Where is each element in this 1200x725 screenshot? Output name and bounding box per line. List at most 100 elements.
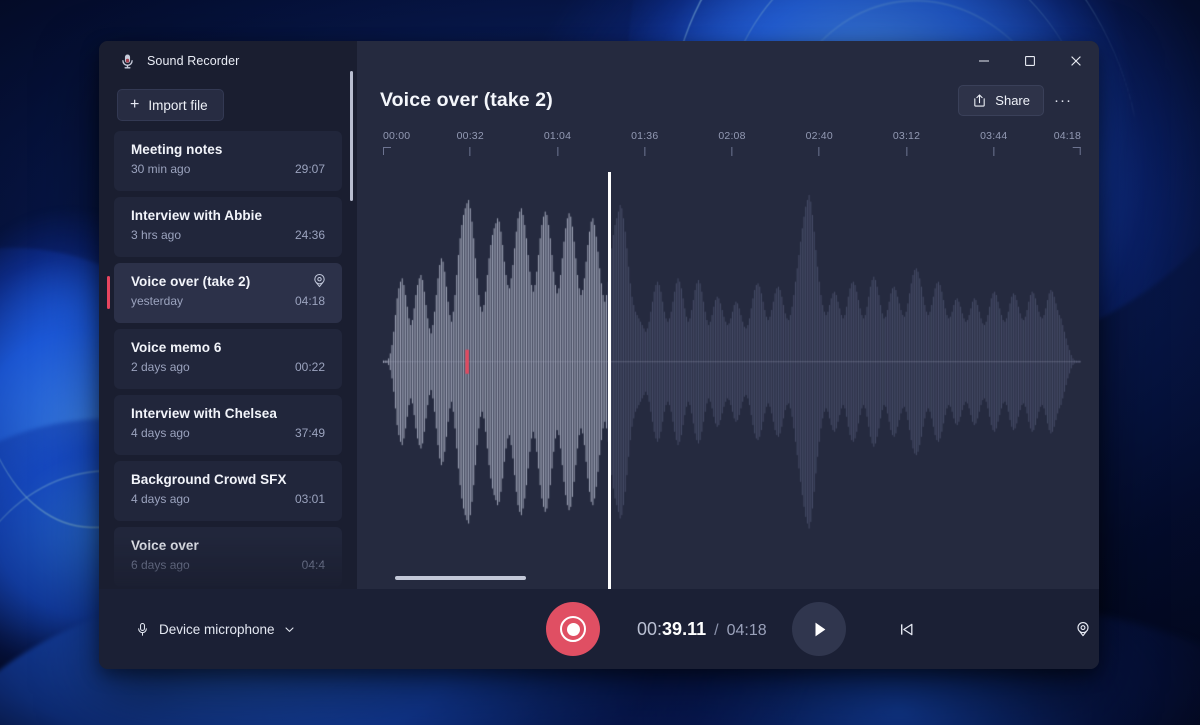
timeline-ruler[interactable]: 00:0000:3201:0401:3602:0802:4003:1203:44… — [357, 130, 1099, 172]
timeline-tick: 01:04 — [544, 130, 571, 156]
timeline-tick: 00:32 — [457, 130, 484, 156]
recording-duration: 37:49 — [295, 426, 325, 440]
recording-date: 4 days ago — [131, 492, 190, 506]
timeline-tick-label: 03:12 — [893, 130, 920, 142]
app-title: Sound Recorder — [147, 54, 239, 68]
recording-meta: 4 days ago 03:01 — [131, 492, 325, 506]
timeline-tick-mark — [470, 147, 471, 156]
import-file-button[interactable]: + Import file — [117, 89, 224, 121]
timeline-tick-label: 00:32 — [457, 130, 484, 142]
recording-meta: yesterday 04:18 — [131, 294, 325, 308]
sidebar-scrollbar[interactable] — [350, 71, 353, 201]
recording-duration: 03:01 — [295, 492, 325, 506]
recording-list-item[interactable]: Meeting notes 30 min ago 29:07 — [114, 131, 342, 191]
minimize-button[interactable] — [961, 41, 1007, 81]
timeline-tick-mark — [819, 147, 820, 156]
share-button[interactable]: Share — [958, 85, 1044, 116]
timeline-tick: 03:12 — [893, 130, 920, 156]
recording-list-item[interactable]: Interview with Abbie 3 hrs ago 24:36 — [114, 197, 342, 257]
mark-button[interactable]: Mark — [1067, 615, 1099, 643]
recording-title: Voice over — [131, 537, 325, 555]
recording-date: 3 hrs ago — [131, 228, 181, 242]
recording-list-item[interactable]: Voice over (take 2) yesterday 04:18 — [114, 263, 342, 323]
timeline-tick: 03:44 — [980, 130, 1007, 156]
recording-date: yesterday — [131, 294, 183, 308]
recording-list-item[interactable]: Background Crowd SFX 4 days ago 03:01 — [114, 461, 342, 521]
import-row: + Import file — [99, 81, 357, 131]
recording-list-item[interactable]: Interview with Chelsea 4 days ago 37:49 — [114, 395, 342, 455]
recording-duration: 00:22 — [295, 360, 325, 374]
skip-back-button[interactable] — [889, 612, 923, 646]
window-titlebar-left: Sound Recorder — [99, 41, 357, 81]
microphone-icon — [135, 622, 150, 637]
recording-meta: 3 hrs ago 24:36 — [131, 228, 325, 242]
timeline-tick: 04:18 — [1054, 130, 1081, 155]
timeline-tick-mark — [557, 147, 558, 156]
time-separator: / — [714, 622, 718, 639]
import-file-label: Import file — [148, 98, 207, 113]
timeline-tick: 01:36 — [631, 130, 658, 156]
timeline-tick-label: 01:36 — [631, 130, 658, 142]
recording-date: 4 days ago — [131, 426, 190, 440]
transport-bar: Device microphone 00:39.11 / 04:18 — [99, 589, 1099, 669]
location-pin-icon — [1075, 621, 1091, 637]
recording-list-item[interactable]: Voice memo 6 2 days ago 00:22 — [114, 329, 342, 389]
timeline-tick: 00:00 — [383, 130, 410, 155]
recording-duration: 04:18 — [295, 294, 325, 308]
recording-meta: 2 days ago 00:22 — [131, 360, 325, 374]
timeline-tick-label: 03:44 — [980, 130, 1007, 142]
waveform-area[interactable] — [357, 172, 1099, 589]
timeline-tick-label: 01:04 — [544, 130, 571, 142]
device-selector-label: Device microphone — [159, 622, 275, 637]
main-header: Voice over (take 2) Share ··· — [357, 81, 1099, 116]
recording-title: Background Crowd SFX — [131, 471, 325, 489]
page-title: Voice over (take 2) — [380, 89, 553, 112]
recording-title: Voice over (take 2) — [131, 273, 325, 291]
share-button-label: Share — [995, 93, 1030, 108]
current-time-minutes: 00 — [637, 619, 657, 639]
timeline-tick-label: 02:40 — [806, 130, 833, 142]
timeline-tick-mark — [993, 147, 994, 156]
microphone-icon — [119, 53, 136, 70]
close-icon — [1070, 55, 1082, 67]
more-options-button[interactable]: ··· — [1048, 86, 1078, 116]
timeline-tick-mark — [906, 147, 907, 156]
device-selector[interactable]: Device microphone — [126, 616, 304, 643]
timeline-tick-mark — [732, 147, 733, 156]
recording-list-item[interactable]: Voice over 6 days ago04:4 — [114, 527, 342, 587]
waveform-canvas[interactable] — [357, 172, 1099, 589]
play-icon — [809, 619, 830, 640]
recording-date: 30 min ago — [131, 162, 190, 176]
timeline-tick: 02:40 — [806, 130, 833, 156]
recording-meta: 6 days ago04:4 — [131, 558, 325, 572]
time-display: 00:39.11 / 04:18 — [637, 619, 767, 640]
close-button[interactable] — [1053, 41, 1099, 81]
window-body: Sound Recorder + Import file Meeting not… — [99, 41, 1099, 589]
recording-title: Interview with Chelsea — [131, 405, 325, 423]
sound-recorder-window: Sound Recorder + Import file Meeting not… — [99, 41, 1099, 669]
recording-title: Interview with Abbie — [131, 207, 325, 225]
recording-title: Voice memo 6 — [131, 339, 325, 357]
recording-meta: 4 days ago 37:49 — [131, 426, 325, 440]
recording-duration: 24:36 — [295, 228, 325, 242]
current-time-seconds: 39.11 — [662, 619, 706, 639]
main-panel: Voice over (take 2) Share ··· — [357, 41, 1099, 589]
recording-date: 2 days ago — [131, 360, 190, 374]
recording-meta: 30 min ago 29:07 — [131, 162, 325, 176]
total-time: 04:18 — [727, 622, 767, 639]
maximize-button[interactable] — [1007, 41, 1053, 81]
waveform-scrollbar-track — [357, 576, 1099, 580]
recordings-list[interactable]: Meeting notes 30 min ago 29:07 Interview wi… — [99, 131, 357, 589]
record-icon — [560, 616, 586, 642]
location-pin-icon[interactable] — [312, 273, 327, 288]
waveform-scrollbar[interactable] — [395, 576, 526, 580]
chevron-down-icon — [284, 624, 295, 635]
record-button[interactable] — [546, 602, 600, 656]
timeline-tick-mark — [644, 147, 645, 156]
play-button[interactable] — [792, 602, 846, 656]
plus-icon: + — [130, 97, 139, 113]
recording-duration: 29:07 — [295, 162, 325, 176]
timeline-tick-mark — [383, 147, 391, 155]
recording-title: Meeting notes — [131, 141, 325, 159]
desktop-background: Sound Recorder + Import file Meeting not… — [0, 0, 1200, 725]
